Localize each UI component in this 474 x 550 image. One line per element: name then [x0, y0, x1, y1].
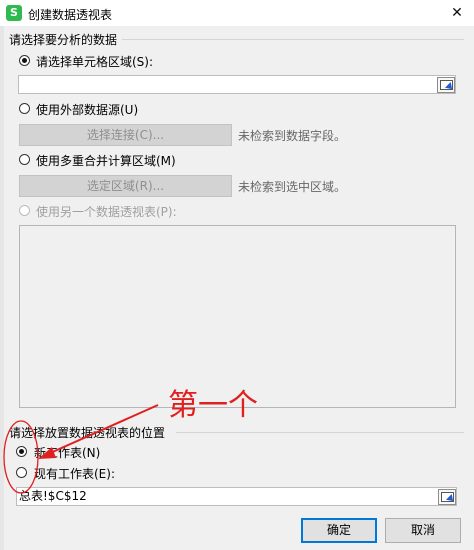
annotation-label: 第一个 — [168, 388, 258, 423]
section-source-divider — [122, 39, 464, 40]
annotation-circle — [3, 420, 39, 494]
cancel-button[interactable]: 取消 — [385, 518, 461, 543]
radio-multiple-ranges-label[interactable]: 使用多重合并计算区域(M) — [36, 152, 176, 169]
choose-connection-button[interactable]: 选择连接(C)... — [19, 124, 232, 146]
cell-range-input[interactable] — [18, 75, 456, 94]
wps-app-icon: S — [6, 5, 22, 21]
annotation-arrow-head — [38, 447, 56, 459]
close-button[interactable]: ✕ — [440, 0, 474, 26]
ok-button[interactable]: 确定 — [301, 518, 377, 543]
window-title: 创建数据透视表 — [28, 8, 113, 22]
section-source-title: 请选择要分析的数据 — [9, 33, 118, 47]
radio-external-source[interactable] — [19, 103, 30, 114]
choose-ranges-button[interactable]: 选定区域(R)... — [19, 175, 232, 197]
radio-multiple-ranges[interactable] — [19, 154, 30, 165]
ranges-note: 未检索到选中区域。 — [238, 180, 347, 194]
radio-select-cells-label[interactable]: 请选择单元格区域(S): — [36, 53, 153, 70]
radio-other-pivot[interactable] — [19, 205, 30, 216]
radio-external-source-label[interactable]: 使用外部数据源(U) — [36, 101, 138, 118]
radio-other-pivot-label: 使用另一个数据透视表(P): — [36, 205, 177, 219]
radio-select-cells[interactable] — [19, 55, 30, 66]
range-picker-icon[interactable] — [437, 77, 455, 93]
annotation-arrow — [47, 404, 159, 455]
external-fields-note: 未检索到数据字段。 — [238, 129, 347, 143]
